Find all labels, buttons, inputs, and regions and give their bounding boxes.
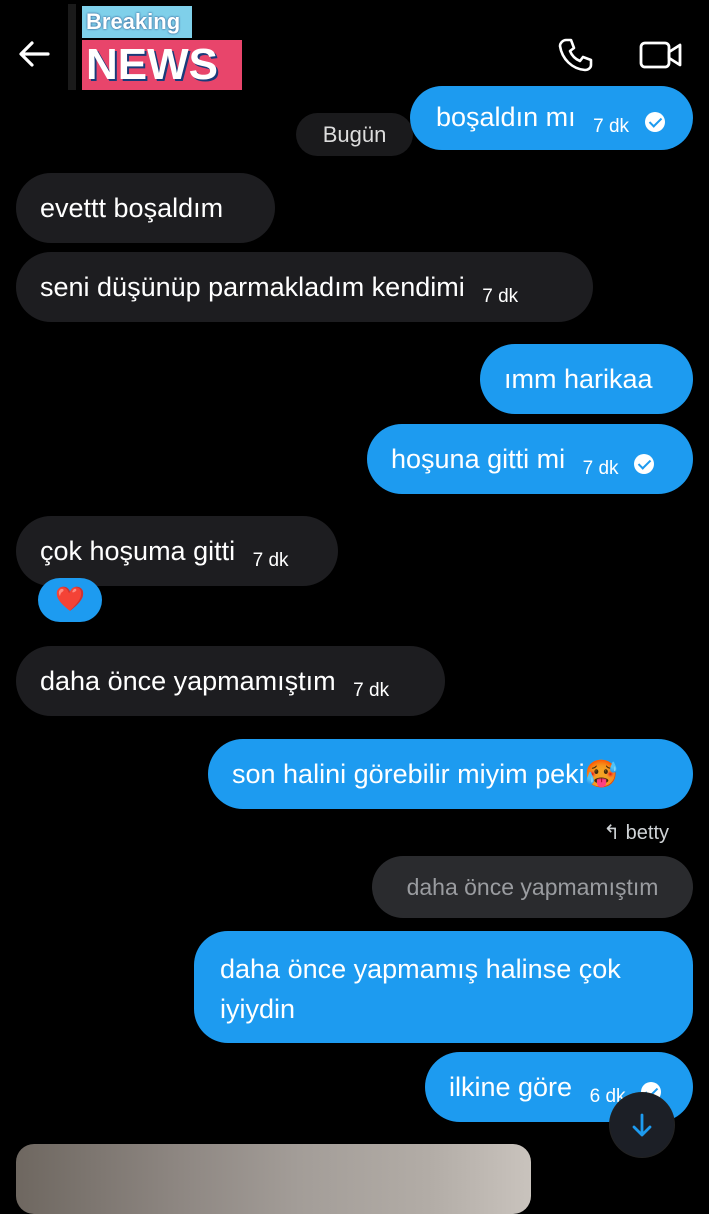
message-time: 7 dk <box>353 680 390 701</box>
date-separator: Bugün <box>296 113 413 156</box>
message-text: çok hoşuma gitti <box>40 536 236 566</box>
message-text: evettt boşaldım <box>40 193 224 223</box>
message-bubble-incoming[interactable]: seni düşünüp parmakladım kendimi 7 dk <box>16 252 593 322</box>
hot-face-emoji-icon: 🥵 <box>584 759 619 789</box>
logo-news-text: NEWS <box>82 40 242 90</box>
message-time: 7 dk <box>252 550 289 571</box>
message-text: boşaldın mı <box>436 102 576 132</box>
voice-call-button[interactable] <box>554 34 596 76</box>
read-check-icon <box>644 112 665 132</box>
message-text: daha önce yapmamıştım <box>40 666 336 696</box>
breaking-news-logo: Breaking NEWS <box>68 4 242 92</box>
quoted-message[interactable]: daha önce yapmamıştım <box>372 856 693 918</box>
back-button[interactable] <box>14 34 54 74</box>
message-bubble-incoming[interactable]: daha önce yapmamıştım 7 dk <box>16 646 445 716</box>
message-text-line: iyiydin <box>220 994 296 1024</box>
arrow-left-icon <box>19 41 50 67</box>
message-bubble-outgoing[interactable]: ımm harikaa <box>480 344 693 414</box>
reply-indicator: ↰ betty <box>603 820 669 845</box>
reply-arrow-icon: ↰ <box>603 822 621 844</box>
message-text: ımm harikaa <box>504 364 653 394</box>
message-text-line: daha önce yapmamış halinse çok <box>220 954 621 984</box>
video-camera-icon <box>639 41 682 69</box>
logo-bar <box>68 4 76 90</box>
message-bubble-incoming[interactable]: çok hoşuma gitti 7 dk <box>16 516 338 586</box>
message-bubble-outgoing[interactable]: daha önce yapmamış halinse çok iyiydin <box>194 931 693 1043</box>
arrow-down-icon <box>632 1113 652 1137</box>
message-bubble-incoming[interactable]: evettt boşaldım <box>16 173 275 243</box>
message-bubble-outgoing[interactable]: son halini görebilir miyim peki🥵 <box>208 739 693 809</box>
message-text: son halini görebilir miyim peki <box>232 759 585 789</box>
message-bubble-outgoing[interactable]: boşaldın mı 7 dk <box>410 86 693 150</box>
video-call-button[interactable] <box>638 34 684 76</box>
logo-breaking-text: Breaking <box>82 6 192 38</box>
message-text: hoşuna gitti mi <box>391 444 566 474</box>
message-time: 7 dk <box>593 116 630 137</box>
scroll-to-bottom-button[interactable] <box>610 1093 674 1157</box>
phone-icon <box>558 38 593 72</box>
message-text: seni düşünüp parmakladım kendimi <box>40 272 465 302</box>
heart-reaction-icon[interactable]: ❤️ <box>38 578 102 622</box>
message-time: 7 dk <box>482 286 519 307</box>
image-message-preview[interactable] <box>16 1144 531 1214</box>
message-text: ilkine göre <box>449 1072 573 1102</box>
read-check-icon <box>634 454 655 474</box>
message-time: 7 dk <box>582 458 619 479</box>
reply-to-name: betty <box>625 822 669 844</box>
message-bubble-outgoing[interactable]: hoşuna gitti mi 7 dk <box>367 424 693 494</box>
